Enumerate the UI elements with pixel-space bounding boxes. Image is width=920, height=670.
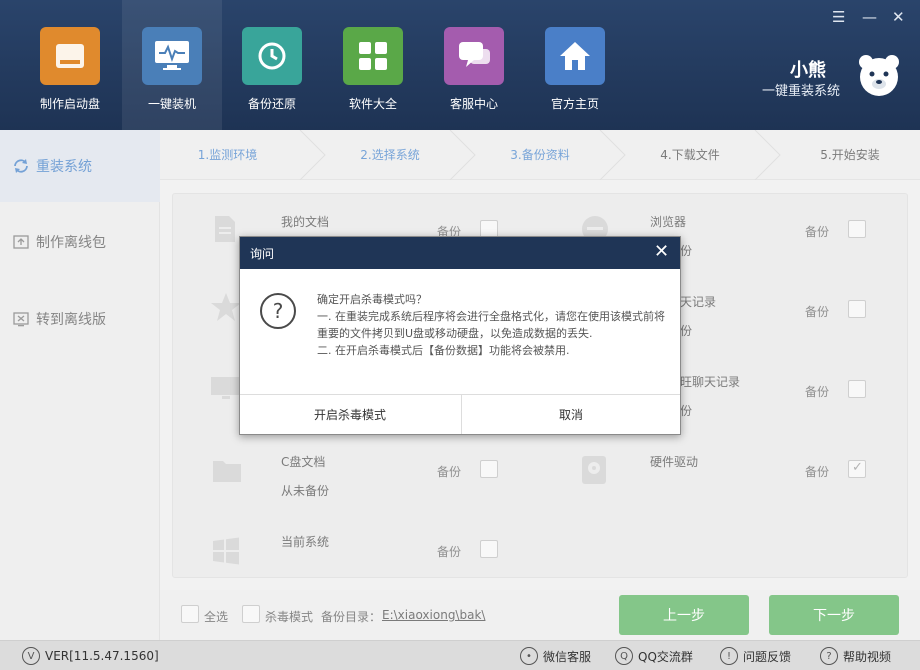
nav-label: 客服中心 bbox=[449, 97, 498, 111]
confirm-dialog: 询问 ✕ ? 确定开启杀毒模式吗？ 一. 在重装完成系统后程序将会进行全盘格式化… bbox=[239, 236, 681, 435]
dialog-message: 确定开启杀毒模式吗？ 一. 在重装完成系统后程序将会进行全盘格式化，请您在使用该… bbox=[317, 291, 667, 359]
apps-grid-icon bbox=[343, 27, 403, 85]
question-icon: ? bbox=[260, 293, 296, 329]
dialog-message-line: 二. 在开启杀毒模式后【备份数据】功能将会被禁用. bbox=[317, 344, 570, 357]
minimize-button[interactable]: — bbox=[862, 8, 877, 26]
dialog-message-line: 一. 在重装完成系统后程序将会进行全盘格式化，请您在使用该模式前将重要的文件拷贝… bbox=[317, 310, 665, 340]
bear-logo-icon bbox=[854, 50, 904, 100]
nav-label: 备份还原 bbox=[247, 97, 296, 111]
restore-icon bbox=[242, 27, 302, 85]
nav-label: 软件大全 bbox=[348, 97, 397, 111]
help-label: 帮助视频 bbox=[843, 649, 892, 664]
feedback-icon: ! bbox=[720, 647, 738, 665]
version-text: VER[11.5.47.1560] bbox=[45, 649, 159, 663]
chat-icon bbox=[444, 27, 504, 85]
nav-backup-restore[interactable]: 备份还原 bbox=[222, 0, 322, 130]
feedback-link[interactable]: ! 问题反馈 bbox=[720, 647, 791, 665]
feedback-label: 问题反馈 bbox=[743, 649, 792, 664]
close-window-button[interactable]: ✕ bbox=[892, 8, 905, 26]
version-icon: V bbox=[22, 647, 40, 665]
help-icon: ? bbox=[820, 647, 838, 665]
brand-title: 小熊 bbox=[790, 60, 826, 81]
help-video-link[interactable]: ? 帮助视频 bbox=[820, 647, 891, 665]
version-info: V VER[11.5.47.1560] bbox=[22, 647, 159, 665]
nav-label: 官方主页 bbox=[550, 97, 599, 111]
wechat-label: 微信客服 bbox=[543, 649, 592, 664]
brand-subtitle: 一键重装系统 bbox=[762, 84, 841, 99]
nav-official-site[interactable]: 官方主页 bbox=[525, 0, 625, 130]
home-icon bbox=[545, 27, 605, 85]
dialog-title: 询问 bbox=[250, 247, 275, 261]
nav-label: 制作启动盘 bbox=[39, 97, 100, 111]
qq-group-link[interactable]: Q QQ交流群 bbox=[615, 647, 693, 665]
qq-group-label: QQ交流群 bbox=[638, 649, 693, 664]
wechat-support-link[interactable]: • 微信客服 bbox=[520, 647, 591, 665]
monitor-icon bbox=[142, 27, 202, 85]
dialog-header: 询问 ✕ bbox=[240, 237, 680, 269]
wechat-icon: • bbox=[520, 647, 538, 665]
enable-antivirus-button[interactable]: 开启杀毒模式 bbox=[240, 395, 460, 434]
nav-customer-service[interactable]: 客服中心 bbox=[424, 0, 524, 130]
menu-icon[interactable]: ☰ bbox=[832, 8, 845, 26]
usb-disk-icon bbox=[40, 27, 100, 85]
nav-label: 一键装机 bbox=[147, 97, 196, 111]
nav-one-click-install[interactable]: 一键装机 bbox=[122, 0, 222, 130]
dialog-message-line: 确定开启杀毒模式吗？ bbox=[317, 293, 427, 306]
nav-make-boot-disk[interactable]: 制作启动盘 bbox=[20, 0, 120, 130]
cancel-button[interactable]: 取消 bbox=[461, 395, 681, 434]
qq-icon: Q bbox=[615, 647, 633, 665]
dialog-close-button[interactable]: ✕ bbox=[654, 241, 669, 262]
nav-software[interactable]: 软件大全 bbox=[323, 0, 423, 130]
